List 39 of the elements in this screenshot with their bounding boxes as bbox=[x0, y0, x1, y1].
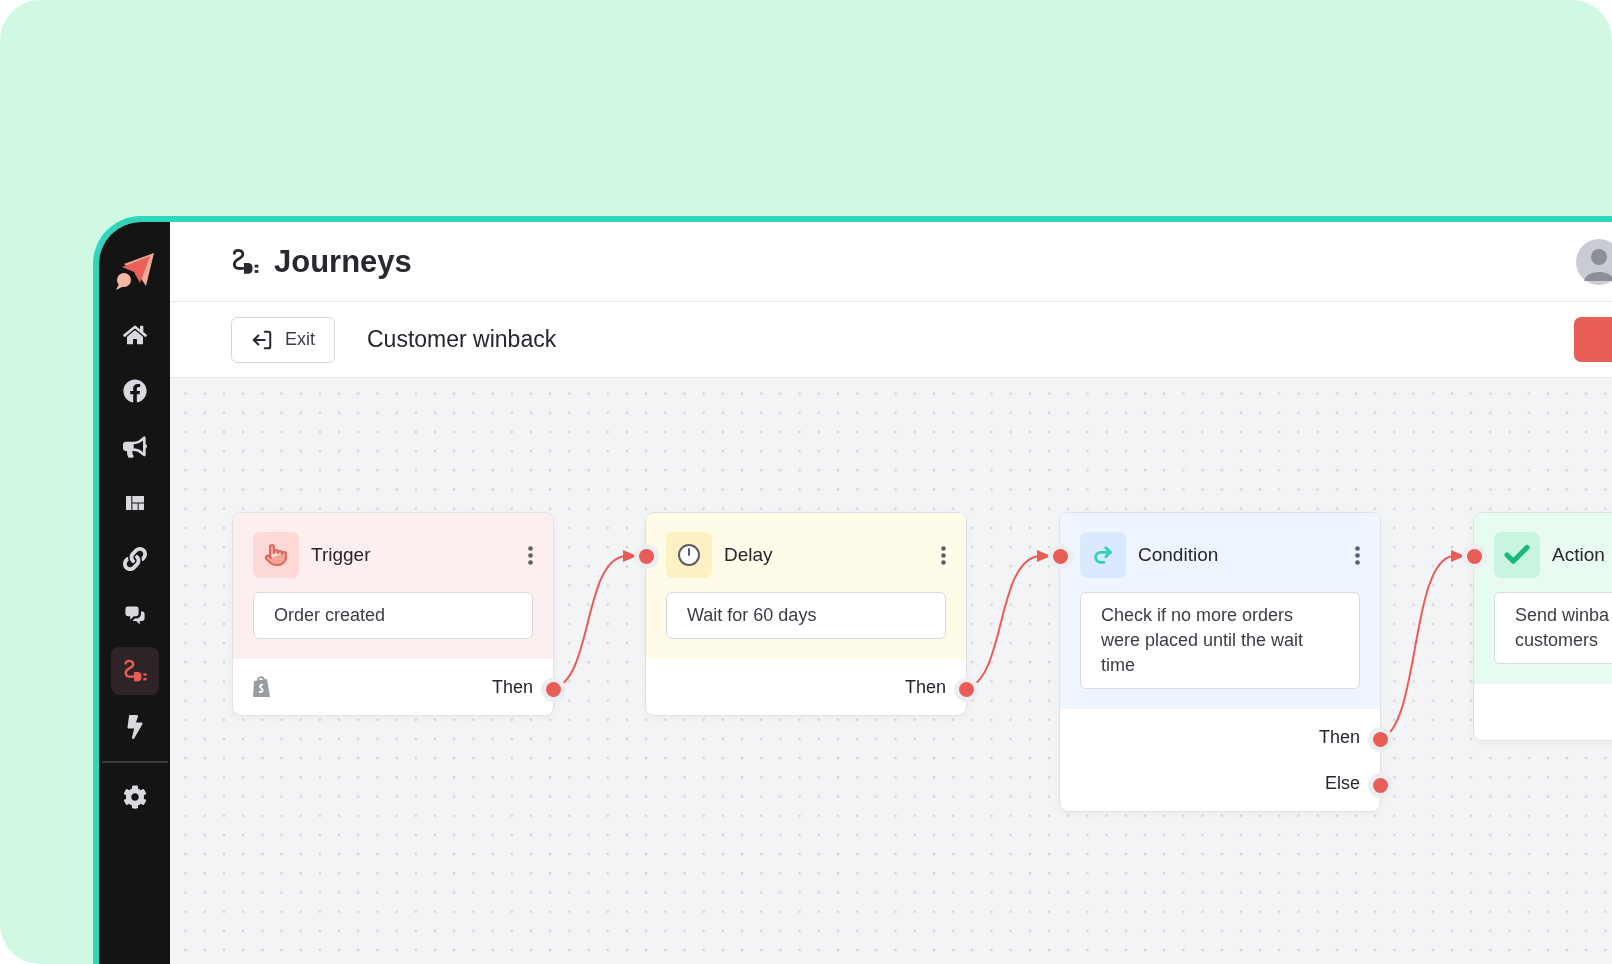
node-field[interactable]: Wait for 60 days bbox=[666, 592, 946, 639]
node-card[interactable]: Action Send winba customers bbox=[1473, 512, 1612, 741]
avatar[interactable] bbox=[1576, 238, 1612, 285]
pointing-hand-icon bbox=[264, 543, 288, 567]
more-button[interactable] bbox=[941, 545, 946, 565]
shopping-bag-icon bbox=[251, 675, 273, 699]
page-title: Journeys bbox=[274, 243, 412, 280]
more-icon bbox=[1355, 545, 1360, 565]
sidebar-item[interactable] bbox=[110, 647, 159, 695]
node-title: Delay bbox=[724, 544, 774, 566]
node-title: Condition bbox=[1138, 544, 1220, 566]
home-icon bbox=[122, 323, 147, 347]
more-icon bbox=[941, 545, 946, 565]
journey-icon bbox=[230, 246, 260, 277]
megaphone-icon bbox=[122, 435, 147, 459]
settings-icon bbox=[122, 785, 147, 809]
output-label: Then bbox=[904, 676, 946, 698]
output-label: Then bbox=[1318, 726, 1360, 748]
link-icon bbox=[122, 547, 147, 571]
node-card[interactable]: Delay Wait for 60 days Then bbox=[645, 512, 967, 716]
more-button[interactable] bbox=[1355, 545, 1360, 565]
output-label: Then bbox=[491, 676, 533, 698]
more-icon bbox=[528, 545, 533, 565]
node-field[interactable]: Order created bbox=[253, 592, 533, 639]
output-label: Else bbox=[1325, 772, 1360, 794]
journey-name: Customer winback bbox=[367, 326, 557, 353]
node-field[interactable]: Check if no more orders were placed until the wait time bbox=[1080, 592, 1360, 689]
node-title: Trigger bbox=[311, 544, 372, 566]
facebook-icon bbox=[122, 379, 147, 403]
more-button[interactable] bbox=[528, 545, 533, 565]
redirect-arrow-icon bbox=[1092, 544, 1114, 566]
node-title: Action bbox=[1552, 544, 1606, 566]
node-field[interactable]: Send winba customers bbox=[1494, 592, 1612, 664]
node-card[interactable]: Condition Check if no more orders were placed until the wait time Then Else bbox=[1059, 512, 1381, 812]
exit-button[interactable]: Exit bbox=[231, 316, 335, 363]
logo-icon bbox=[113, 250, 156, 292]
node-card[interactable]: Trigger Order created Then bbox=[232, 512, 554, 716]
exit-icon bbox=[251, 328, 273, 351]
clock-icon bbox=[677, 543, 701, 567]
